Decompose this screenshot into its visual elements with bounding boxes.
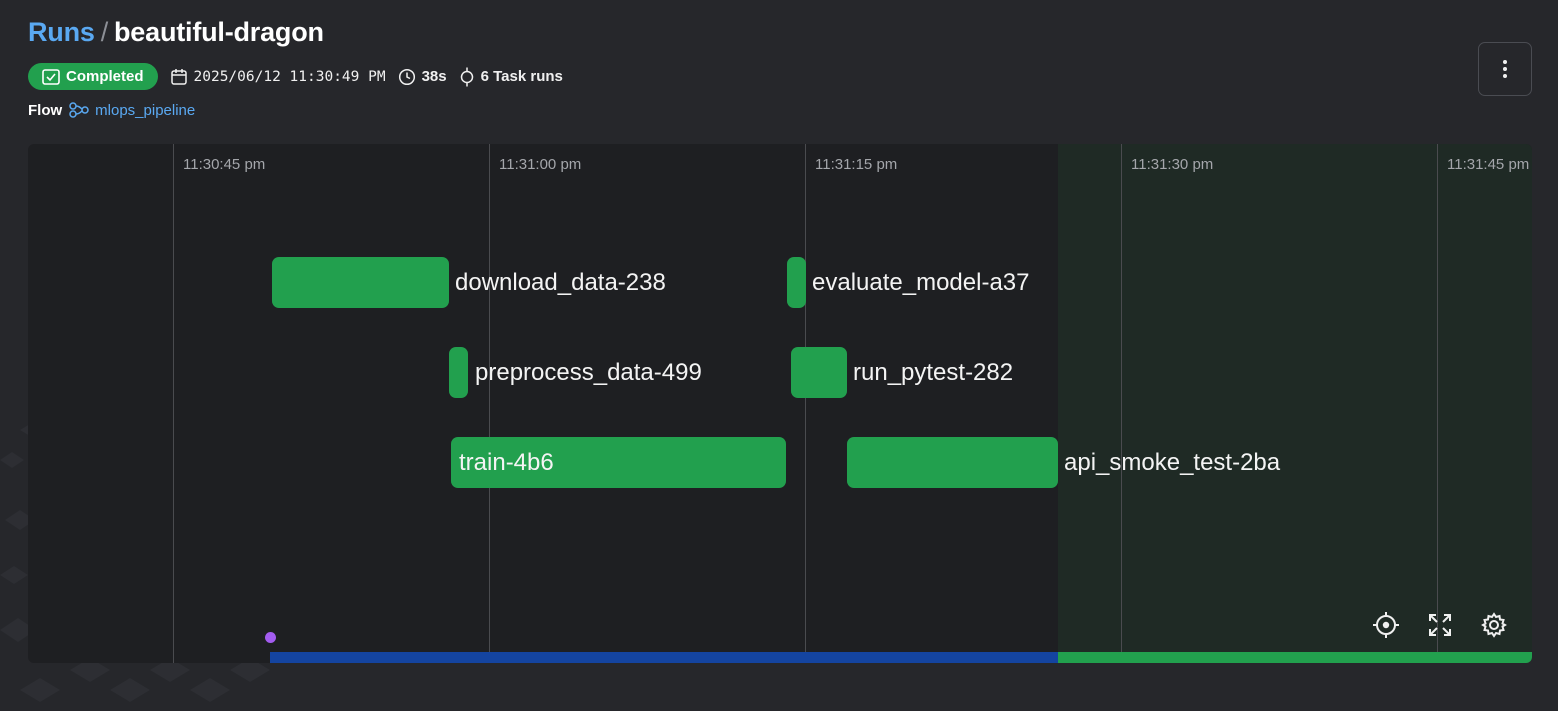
start-date: 2025/06/12 11:30:49 PM [170, 68, 386, 86]
start-date-text: 2025/06/12 11:30:49 PM [193, 68, 386, 85]
gear-icon [1481, 612, 1507, 638]
gridline [805, 144, 806, 663]
task-label-preprocess-data: preprocess_data-499 [475, 359, 702, 386]
time-tick-label: 11:31:15 pm [815, 156, 898, 173]
fullscreen-button[interactable] [1424, 609, 1456, 641]
time-tick-label: 11:31:00 pm [499, 156, 582, 173]
more-options-button[interactable] [1478, 42, 1532, 96]
gridline [1121, 144, 1122, 663]
duration: 38s [398, 68, 447, 86]
timeline-graph[interactable]: 11:30:45 pm 11:31:00 pm 11:31:15 pm 11:3… [28, 144, 1532, 663]
status-badge: Completed [28, 63, 158, 90]
gridline [1437, 144, 1438, 663]
task-bar-api-smoke-test[interactable] [847, 437, 1058, 488]
recenter-button[interactable] [1370, 609, 1402, 641]
task-node-icon [460, 67, 473, 86]
breadcrumb-runs-link[interactable]: Runs [28, 17, 95, 47]
task-label-evaluate-model: evaluate_model-a37 [812, 269, 1030, 296]
task-label-download-data: download_data-238 [455, 269, 666, 296]
time-tick-label: 11:30:45 pm [183, 156, 266, 173]
status-label: Completed [66, 68, 144, 85]
timeline-future-bar [1058, 652, 1532, 663]
flow-row: Flow mlops_pipeline [28, 101, 195, 119]
task-bar-preprocess-data[interactable] [449, 347, 468, 398]
task-runs-count[interactable]: 6 Task runs [459, 67, 563, 87]
page-title: beautiful-dragon [114, 17, 324, 47]
crosshair-icon [1373, 612, 1399, 638]
timeline-progress-bar [270, 652, 1058, 663]
flow-icon [69, 102, 89, 118]
timeline-settings-button[interactable] [1478, 609, 1510, 641]
task-bar-evaluate-model[interactable] [787, 257, 806, 308]
task-bar-run-pytest[interactable] [791, 347, 847, 398]
task-label-run-pytest: run_pytest-282 [853, 359, 1014, 386]
breadcrumb-separator: / [100, 17, 109, 47]
task-label-api-smoke-test: api_smoke_test-2ba [1064, 449, 1281, 476]
breadcrumb: Runs / beautiful-dragon [28, 17, 324, 48]
flow-name: mlops_pipeline [95, 101, 196, 119]
run-start-marker [265, 632, 276, 643]
flow-label: Flow [28, 101, 63, 119]
gridline [489, 144, 490, 663]
gridline [173, 144, 174, 663]
flow-link[interactable]: mlops_pipeline [68, 101, 195, 119]
time-tick-label: 11:31:30 pm [1131, 156, 1214, 173]
task-runs-text: 6 Task runs [480, 68, 563, 85]
time-tick-label: 11:31:45 pm [1447, 156, 1530, 173]
clock-icon [398, 68, 415, 85]
check-square-icon [42, 68, 60, 85]
calendar-icon [170, 68, 187, 85]
duration-text: 38s [421, 68, 447, 85]
task-label-train: train-4b6 [459, 449, 554, 476]
task-bar-train[interactable]: train-4b6 [451, 437, 786, 488]
timeline-future-region [1058, 144, 1532, 663]
run-meta-row: Completed 2025/06/12 11:30:49 PM 38s 6 T… [28, 63, 563, 90]
task-bar-download-data[interactable] [272, 257, 449, 308]
expand-icon [1429, 614, 1451, 636]
vertical-ellipsis-icon [1503, 60, 1507, 78]
